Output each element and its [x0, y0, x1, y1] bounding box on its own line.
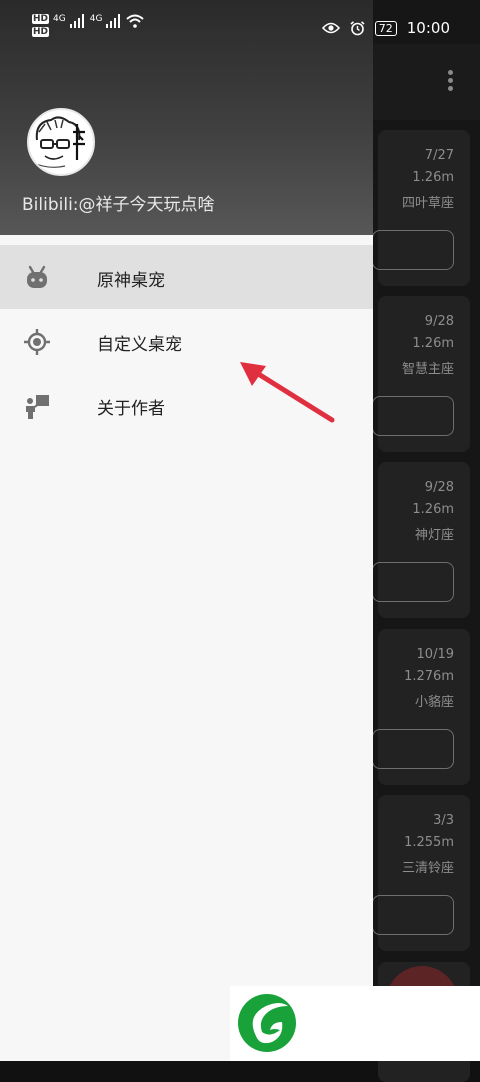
- annotation-arrow-icon: [240, 362, 335, 423]
- person-board-icon: [26, 395, 49, 419]
- card-date: 9/28: [424, 314, 454, 329]
- overflow-menu-icon[interactable]: [446, 70, 454, 94]
- card-height: 1.255m: [404, 835, 454, 850]
- signal-icon: [69, 14, 84, 28]
- status-right: 72 10:00: [321, 19, 450, 37]
- card-height: 1.26m: [412, 170, 454, 185]
- card-constellation: 小貉座: [414, 695, 454, 710]
- card-button[interactable]: [372, 230, 454, 270]
- hd-badge: HD: [32, 27, 50, 37]
- card-constellation: 四叶草座: [401, 196, 454, 211]
- battery-indicator: 72: [374, 20, 397, 36]
- header-username: Bilibili:@祥子今天玩点啥: [22, 195, 215, 215]
- character-card[interactable]: 9/28 1.26m 智慧主座: [372, 296, 470, 452]
- card-height: 1.26m: [412, 502, 454, 517]
- character-card[interactable]: 3/3 1.255m 三清铃座: [372, 795, 470, 951]
- character-card[interactable]: 9/28 1.26m 神灯座: [372, 462, 470, 618]
- nav-item-label: 关于作者: [97, 399, 165, 419]
- card-date: 7/27: [424, 148, 454, 163]
- network-type: 4G: [89, 14, 103, 24]
- nav-item-genshin-pet[interactable]: 原神桌宠: [0, 245, 373, 309]
- avatar[interactable]: [27, 108, 95, 176]
- leaf-logo-icon: [238, 994, 296, 1052]
- signal-icon: [106, 14, 121, 28]
- card-constellation: 智慧主座: [401, 362, 454, 377]
- nav-item-label: 自定义桌宠: [97, 335, 182, 355]
- network-type: 4G: [53, 14, 66, 24]
- card-button[interactable]: [372, 895, 454, 935]
- alarm-icon: [350, 20, 365, 35]
- network-indicators: HD HD 4G 4G: [32, 14, 145, 37]
- card-height: 1.26m: [412, 336, 454, 351]
- watermark-logo-box: [230, 986, 480, 1061]
- card-button[interactable]: [372, 396, 454, 436]
- wifi-icon: [126, 14, 145, 28]
- card-button[interactable]: [372, 562, 454, 602]
- nav-item-label: 原神桌宠: [97, 271, 165, 291]
- card-date: 3/3: [433, 813, 454, 828]
- card-height: 1.276m: [404, 669, 454, 684]
- character-card[interactable]: 7/27 1.26m 四叶草座: [372, 130, 470, 286]
- card-constellation: 神灯座: [414, 528, 454, 543]
- card-button[interactable]: [372, 729, 454, 769]
- card-constellation: 三清铃座: [401, 861, 454, 876]
- avatar-sketch-icon: [30, 116, 85, 168]
- clock: 10:00: [406, 19, 450, 37]
- card-date: 9/28: [424, 480, 454, 495]
- eye-icon: [321, 22, 340, 34]
- character-card[interactable]: 10/19 1.276m 小貉座: [372, 629, 470, 785]
- hd-badge: HD: [32, 14, 50, 24]
- navigation-drawer: Bilibili:@祥子今天玩点啥 原神桌宠 自定义桌宠 关于作者: [0, 0, 373, 1061]
- status-bar: HD HD 4G 4G 72 10:00: [0, 0, 480, 44]
- crosshair-target-icon: [24, 329, 50, 355]
- card-date: 10/19: [416, 647, 454, 662]
- android-robot-icon: [27, 265, 47, 288]
